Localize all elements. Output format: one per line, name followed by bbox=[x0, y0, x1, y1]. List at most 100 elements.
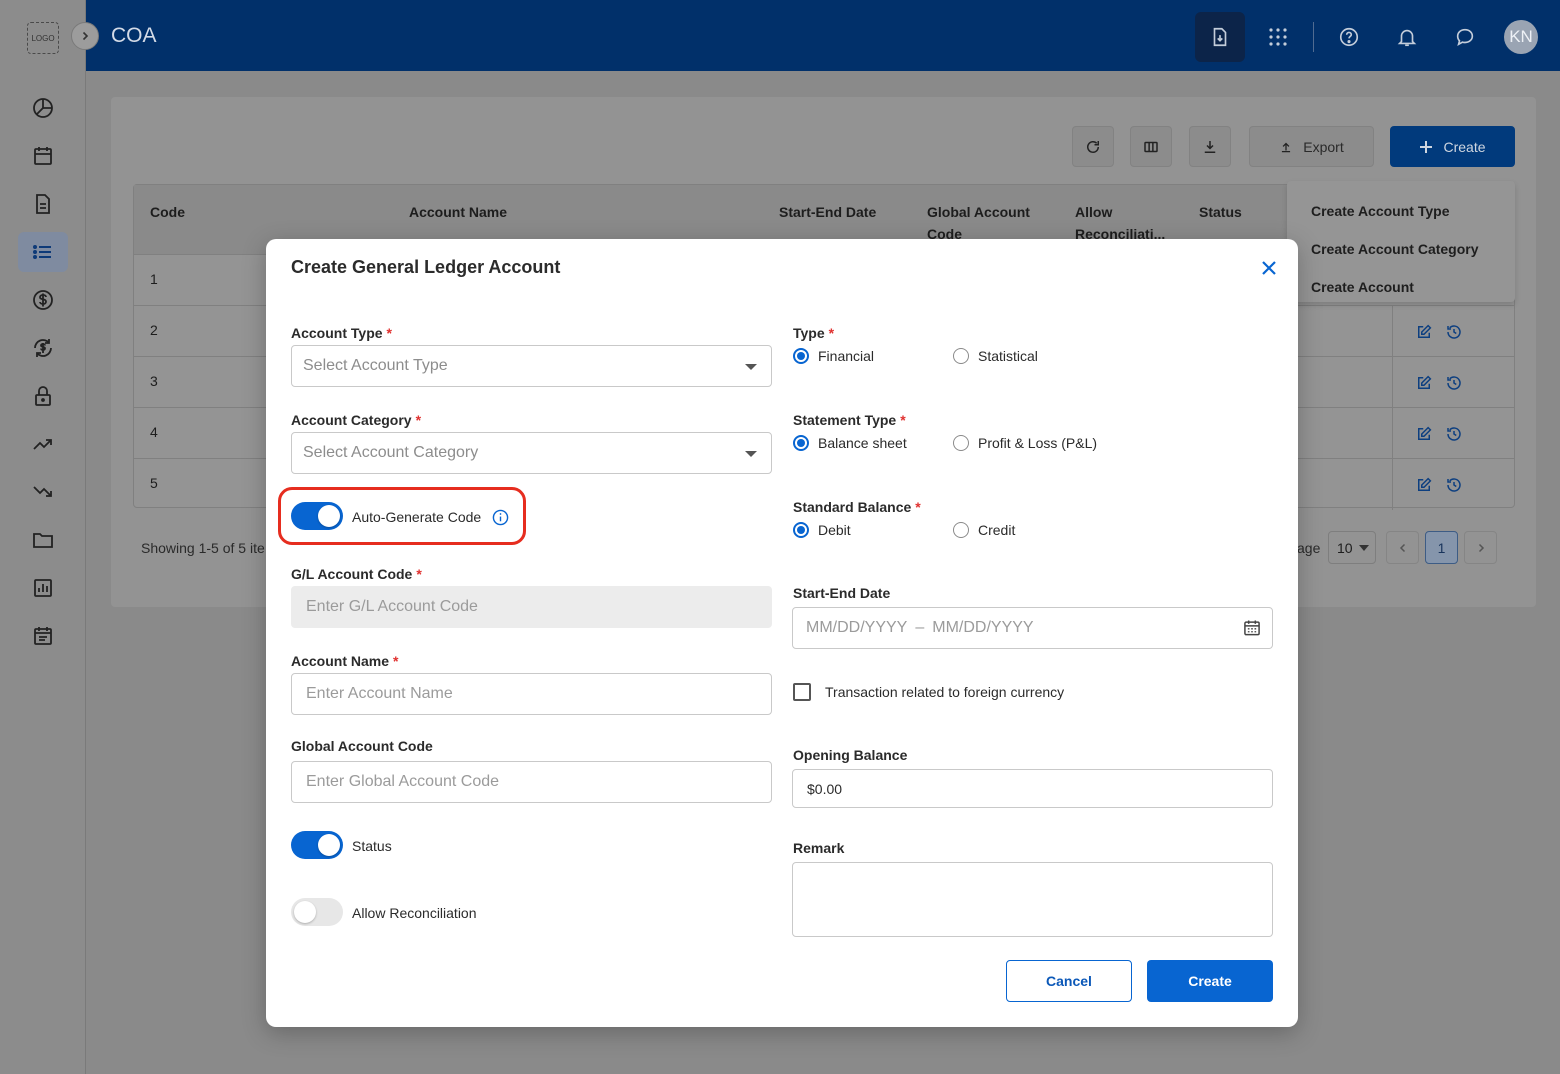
chat-button[interactable] bbox=[1440, 12, 1490, 62]
sidebar-item-revenue[interactable] bbox=[18, 424, 68, 464]
foreign-currency-checkbox[interactable] bbox=[793, 683, 811, 701]
sidebar-nav bbox=[18, 88, 68, 664]
download-button[interactable] bbox=[1189, 126, 1231, 167]
edit-icon[interactable] bbox=[1415, 323, 1433, 341]
help-button[interactable] bbox=[1324, 12, 1374, 62]
radio-dot bbox=[793, 522, 809, 538]
previous-page-button[interactable] bbox=[1386, 531, 1419, 564]
toggle-knob bbox=[318, 505, 340, 527]
radio-label: Credit bbox=[978, 522, 1016, 538]
opening-balance-input[interactable] bbox=[792, 769, 1273, 808]
edit-icon[interactable] bbox=[1415, 476, 1433, 494]
label-text: Account Category bbox=[291, 412, 412, 428]
pie-chart-icon bbox=[33, 98, 53, 118]
refresh-button[interactable] bbox=[1072, 126, 1114, 167]
user-avatar[interactable]: KN bbox=[1504, 20, 1538, 54]
standard-balance-radio-debit[interactable]: Debit bbox=[793, 522, 851, 538]
top-bar-divider bbox=[1313, 22, 1314, 52]
column-header-status[interactable]: Status bbox=[1199, 201, 1242, 223]
sidebar-item-documents[interactable] bbox=[18, 184, 68, 224]
history-icon[interactable] bbox=[1445, 476, 1463, 494]
sidebar-item-coa[interactable] bbox=[18, 232, 68, 272]
column-header-start-end-date[interactable]: Start-End Date bbox=[779, 201, 876, 223]
export-button[interactable]: Export bbox=[1249, 126, 1374, 167]
radio-dot bbox=[953, 522, 969, 538]
document-download-icon bbox=[1213, 27, 1227, 47]
document-icon bbox=[36, 194, 50, 214]
sidebar-item-reports[interactable] bbox=[18, 568, 68, 608]
chevron-right-icon bbox=[82, 31, 89, 41]
help-icon bbox=[1339, 27, 1359, 47]
column-header-account-name[interactable]: Account Name bbox=[409, 201, 507, 223]
create-account-button[interactable]: Create bbox=[1147, 960, 1273, 1002]
columns-button[interactable] bbox=[1130, 126, 1172, 167]
next-page-button[interactable] bbox=[1464, 531, 1497, 564]
row-actions bbox=[1392, 357, 1516, 408]
standard-balance-radio-credit[interactable]: Credit bbox=[953, 522, 1015, 538]
sidebar-item-files[interactable] bbox=[18, 520, 68, 560]
showing-count: Showing 1-5 of 5 ite bbox=[141, 540, 265, 556]
sidebar-item-schedule[interactable] bbox=[18, 616, 68, 656]
radio-dot bbox=[793, 435, 809, 451]
refresh-icon bbox=[1087, 140, 1099, 153]
page-number-button[interactable]: 1 bbox=[1425, 531, 1458, 564]
create-button-label: Create bbox=[1443, 138, 1486, 155]
sidebar-item-exchange[interactable] bbox=[18, 328, 68, 368]
column-header-code[interactable]: Code bbox=[150, 201, 185, 223]
date-range-picker[interactable]: MM/DD/YYYY – MM/DD/YYYY bbox=[792, 607, 1273, 649]
menu-item-create-account-type[interactable]: Create Account Type bbox=[1287, 192, 1515, 230]
type-radio-financial[interactable]: Financial bbox=[793, 348, 874, 364]
type-radio-statistical[interactable]: Statistical bbox=[953, 348, 1038, 364]
calendar-icon[interactable] bbox=[1242, 618, 1262, 638]
radio-label: Financial bbox=[818, 348, 875, 364]
menu-item-create-account-category[interactable]: Create Account Category bbox=[1287, 230, 1515, 268]
start-date-placeholder: MM/DD/YYYY bbox=[806, 619, 908, 636]
statement-type-radio-balance-sheet[interactable]: Balance sheet bbox=[793, 435, 907, 451]
required-marker: * bbox=[416, 566, 422, 582]
statement-type-radio-profit-loss[interactable]: Profit & Loss (P&L) bbox=[953, 435, 1097, 451]
account-name-input[interactable] bbox=[291, 673, 772, 715]
chevron-right-icon bbox=[1478, 543, 1484, 552]
cancel-button[interactable]: Cancel bbox=[1006, 960, 1132, 1002]
status-toggle[interactable] bbox=[291, 831, 343, 859]
sidebar-item-lock[interactable] bbox=[18, 376, 68, 416]
history-icon[interactable] bbox=[1445, 323, 1463, 341]
close-modal-button[interactable] bbox=[1258, 257, 1280, 279]
radio-label: Profit & Loss (P&L) bbox=[978, 435, 1098, 451]
sidebar-item-payments[interactable] bbox=[18, 280, 68, 320]
sidebar-item-dashboard[interactable] bbox=[18, 88, 68, 128]
account-type-select[interactable]: Select Account Type bbox=[291, 345, 772, 387]
info-icon[interactable] bbox=[492, 509, 509, 526]
notifications-button[interactable] bbox=[1382, 12, 1432, 62]
allow-reconciliation-toggle[interactable] bbox=[291, 898, 343, 926]
items-per-page-label: age bbox=[1297, 540, 1321, 556]
account-category-select[interactable]: Select Account Category bbox=[291, 432, 772, 474]
history-icon[interactable] bbox=[1445, 425, 1463, 443]
auto-generate-code-toggle[interactable] bbox=[291, 502, 343, 530]
label-text: Standard Balance bbox=[793, 499, 912, 515]
sidebar-item-expenses[interactable] bbox=[18, 472, 68, 512]
history-icon[interactable] bbox=[1445, 374, 1463, 392]
required-marker: * bbox=[415, 412, 422, 428]
page-size-value: 10 bbox=[1337, 539, 1353, 556]
sidebar-expand-button[interactable] bbox=[71, 22, 99, 50]
end-date-placeholder: MM/DD/YYYY bbox=[932, 619, 1034, 636]
menu-item-create-account[interactable]: Create Account bbox=[1287, 268, 1515, 306]
export-document-button[interactable] bbox=[1195, 12, 1245, 62]
remark-textarea[interactable] bbox=[792, 862, 1273, 937]
edit-icon[interactable] bbox=[1415, 425, 1433, 443]
label-text: G/L Account Code bbox=[291, 566, 413, 582]
page-size-select[interactable]: 10 bbox=[1328, 531, 1376, 564]
statement-type-label: Statement Type * bbox=[793, 412, 906, 428]
global-account-code-input[interactable] bbox=[291, 761, 772, 803]
standard-balance-label: Standard Balance * bbox=[793, 499, 921, 515]
caret-down-icon bbox=[745, 451, 757, 457]
top-bar: COA KN bbox=[86, 0, 1560, 71]
create-button[interactable]: Create bbox=[1390, 126, 1515, 167]
sidebar-item-calendar[interactable] bbox=[18, 136, 68, 176]
apps-button[interactable] bbox=[1253, 12, 1303, 62]
gl-account-code-input[interactable] bbox=[291, 586, 772, 628]
edit-icon[interactable] bbox=[1415, 374, 1433, 392]
account-name-label: Account Name * bbox=[291, 653, 398, 669]
folder-icon bbox=[33, 533, 53, 548]
